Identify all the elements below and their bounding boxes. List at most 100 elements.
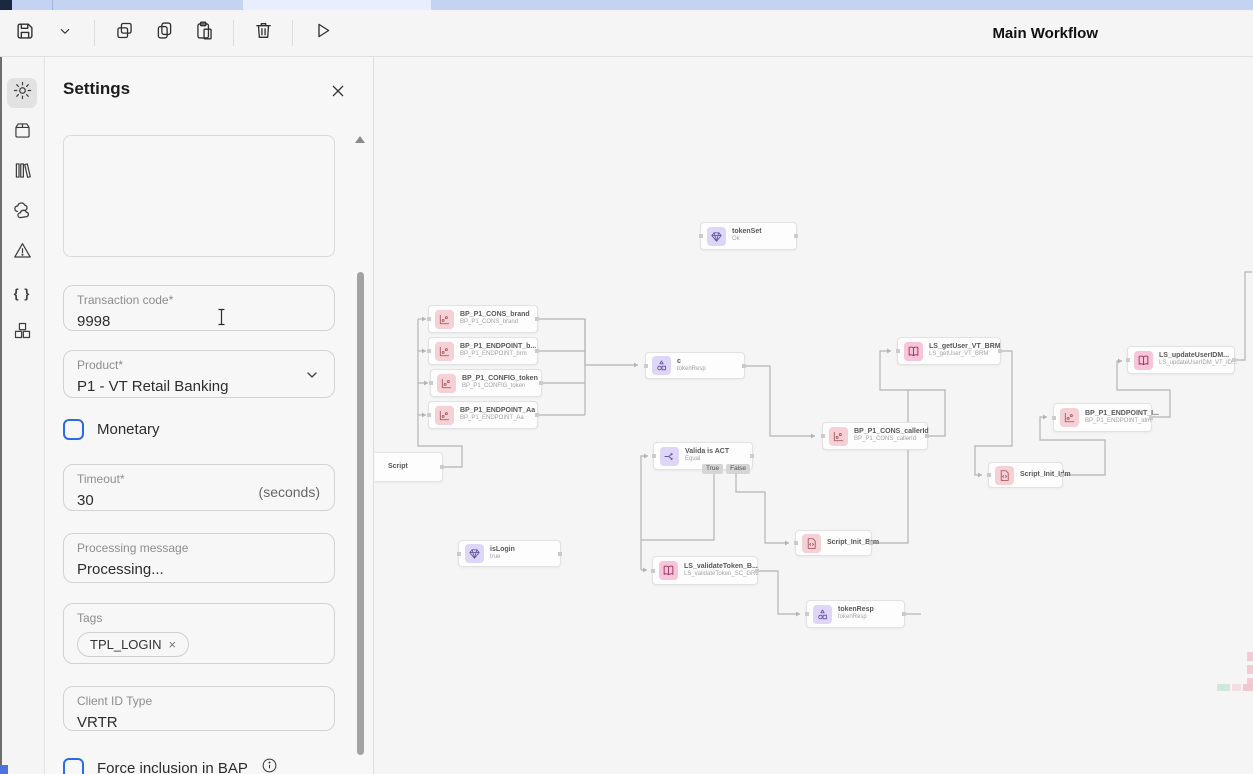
save-menu-button[interactable] (50, 18, 80, 48)
connector-line (872, 390, 908, 543)
tag-chip[interactable]: TPL_LOGIN× (77, 632, 189, 657)
input-port[interactable] (427, 349, 431, 353)
output-port[interactable] (998, 349, 1002, 353)
output-port[interactable] (440, 465, 444, 469)
workflow-node-script-init-idm[interactable]: Script_Init_Idm (988, 462, 1063, 488)
input-port[interactable] (896, 349, 900, 353)
workflow-node-endpoint-aa[interactable]: BP_P1_ENDPOINT_AaBP_P1_ENDPOINT_Aa (428, 401, 538, 429)
workflow-node-config-token[interactable]: BP_P1_CONFIG_tokenBP_P1_CONFIG_token (430, 369, 542, 397)
workflow-node-script-init-brm[interactable]: Script_Init_Brm (795, 530, 872, 556)
scroll-up-arrow[interactable] (355, 136, 365, 143)
output-port[interactable] (1149, 416, 1153, 420)
sidebar-item-library[interactable] (7, 158, 37, 188)
input-port[interactable] (821, 434, 825, 438)
run-button[interactable] (307, 18, 337, 48)
node-title: BP_P1_ENDPOINT_I... (1085, 410, 1159, 418)
product-field[interactable]: Product* P1 - VT Retail Banking (63, 350, 335, 398)
chart-icon (1060, 408, 1079, 427)
duplicate-button[interactable] (149, 18, 179, 48)
processing-message-field[interactable]: Processing message Processing... (63, 533, 335, 583)
monetary-checkbox[interactable] (63, 419, 84, 440)
workflow-node-tokenSet[interactable]: tokenSetOk (700, 222, 797, 250)
workflow-node-validateToken[interactable]: LS_validateToken_B...LS_validateToken_SC… (652, 556, 758, 585)
script-icon (802, 534, 821, 553)
input-port[interactable] (427, 317, 431, 321)
sidebar-item-blocks[interactable] (7, 318, 37, 348)
output-port[interactable] (925, 434, 929, 438)
workflow-node-c[interactable]: ctokenResp (645, 352, 745, 379)
input-port[interactable] (1052, 416, 1056, 420)
node-title: isLogin (490, 546, 515, 554)
save-button[interactable] (10, 18, 40, 48)
input-port[interactable] (987, 473, 991, 477)
node-text: tokenSetOk (732, 228, 762, 244)
copy-button[interactable] (109, 18, 139, 48)
workflow-node-isLogin[interactable]: isLogintrue (458, 540, 561, 567)
connector-line (745, 366, 815, 436)
sidebar-item-code[interactable]: { } (7, 278, 37, 308)
output-port[interactable] (902, 612, 906, 616)
output-port[interactable] (535, 317, 539, 321)
sidebar-item-cloud[interactable] (7, 198, 37, 228)
tag-remove-icon[interactable]: × (169, 637, 177, 652)
paste-button[interactable] (189, 18, 219, 48)
workflow-node-endpoint-idm[interactable]: BP_P1_ENDPOINT_I...BP_P1_ENDPOINT_idm (1053, 403, 1152, 432)
input-port[interactable] (644, 364, 648, 368)
delete-button[interactable] (248, 18, 278, 48)
client-id-type-field[interactable]: Client ID Type VRTR (63, 686, 335, 731)
input-port[interactable] (457, 552, 461, 556)
info-icon[interactable] (261, 757, 278, 774)
workflow-node-cons-brand[interactable]: BP_P1_CONS_brandBP_P1_CONS_brand (428, 305, 538, 333)
timeout-field[interactable]: Timeout* 30 (seconds) (63, 464, 335, 511)
node-text: ctokenResp (677, 358, 706, 374)
output-port[interactable] (742, 364, 746, 368)
fork-icon (660, 447, 679, 466)
field-value: VRTR (77, 713, 321, 733)
paste-icon (194, 20, 215, 46)
output-port[interactable] (750, 454, 754, 458)
branch-badge-false[interactable]: False (726, 464, 750, 474)
input-port[interactable] (429, 381, 433, 385)
workflow-node-endpoint-brm[interactable]: BP_P1_ENDPOINT_b...BP_P1_ENDPOINT_brm (428, 337, 538, 365)
description-box[interactable] (63, 135, 335, 257)
tags-field[interactable]: Tags TPL_LOGIN× (63, 603, 335, 664)
chevron-down-icon[interactable] (304, 367, 320, 388)
input-port[interactable] (699, 234, 703, 238)
workflow-node-valida[interactable]: Valida is ACTEqualTrueFalse (653, 442, 753, 470)
close-icon[interactable] (328, 81, 348, 101)
sidebar-item-components[interactable] (7, 118, 37, 148)
transaction-code-field[interactable]: Transaction code* 9998 (63, 285, 335, 331)
chart-icon (435, 342, 454, 361)
input-port[interactable] (427, 413, 431, 417)
output-port[interactable] (794, 234, 798, 238)
workflow-canvas[interactable]: tokenSetOk BP_P1_CONS_brandBP_P1_CONS_bra… (375, 57, 1253, 774)
play-icon (312, 20, 333, 46)
input-port[interactable] (805, 612, 809, 616)
scrollbar-thumb[interactable] (357, 272, 364, 755)
output-port[interactable] (535, 413, 539, 417)
output-port[interactable] (1232, 358, 1236, 362)
input-port[interactable] (1126, 358, 1130, 362)
input-port[interactable] (652, 454, 656, 458)
force-bap-checkbox[interactable] (63, 758, 84, 774)
output-port[interactable] (558, 552, 562, 556)
output-port[interactable] (1060, 473, 1064, 477)
branch-badge-true[interactable]: True (702, 464, 723, 474)
connector-arrowhead (887, 349, 891, 354)
connector-arrowhead (1043, 415, 1047, 420)
workflow-node-script[interactable]: Script (375, 452, 443, 482)
connector-line (641, 456, 648, 570)
output-port[interactable] (539, 381, 543, 385)
output-port[interactable] (869, 541, 873, 545)
workflow-node-tokenResp[interactable]: tokenResptokenResp (806, 600, 905, 628)
input-port[interactable] (794, 541, 798, 545)
output-port[interactable] (755, 569, 759, 573)
workflow-node-getUser[interactable]: LS_getUser_VT_BRMLS_getUser_VT_BRM (897, 337, 1001, 365)
connector-line (1235, 272, 1252, 360)
workflow-node-updateUserIdm[interactable]: LS_updateUserIDM...LS_updateUserIDM_VT_I… (1127, 346, 1235, 374)
sidebar-item-issues[interactable] (7, 238, 37, 268)
output-port[interactable] (535, 349, 539, 353)
workflow-node-cons-callerid[interactable]: BP_P1_CONS_callerIdBP_P1_CONS_callerId (822, 422, 928, 450)
input-port[interactable] (651, 569, 655, 573)
sidebar-item-settings[interactable] (7, 78, 37, 108)
